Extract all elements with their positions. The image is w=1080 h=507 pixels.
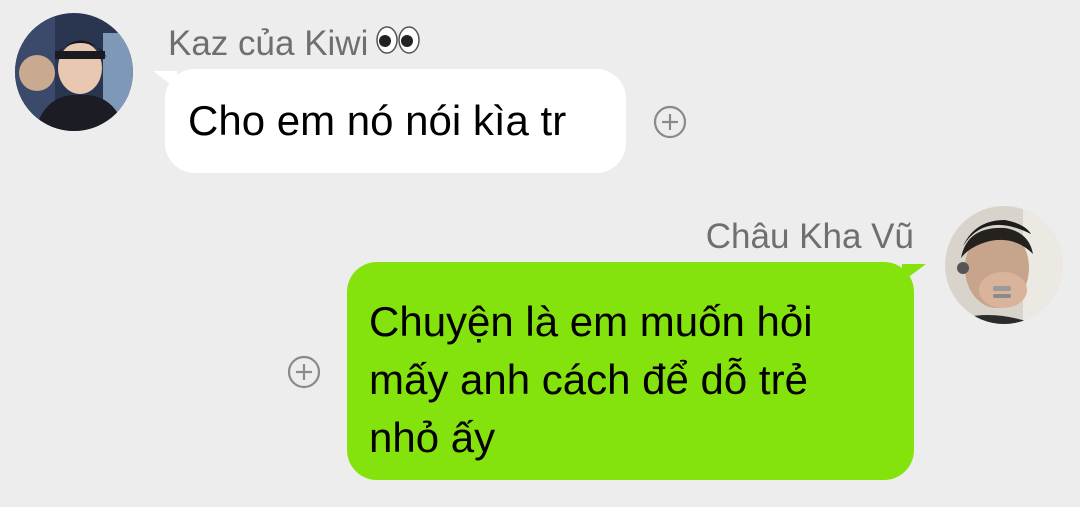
- avatar-photo: [945, 206, 1063, 324]
- avatar-kaz[interactable]: [15, 13, 133, 131]
- message-text-line: mấy anh cách để dỗ trẻ: [369, 356, 808, 403]
- message-text-line: nhỏ ấy: [369, 414, 496, 461]
- add-reaction-icon: [653, 105, 687, 139]
- sender-name: Châu Kha Vũ: [705, 217, 914, 256]
- message-text: Cho em nó nói kìa tr: [188, 97, 567, 144]
- sender-name: Kaz của Kiwi: [168, 25, 421, 61]
- message-bubble-outgoing[interactable]: Chuyện là em muốn hỏi mấy anh cách để dỗ…: [347, 262, 926, 480]
- eyes-emoji-icon: [376, 25, 421, 60]
- avatar-photo: [15, 13, 133, 131]
- message-bubble-incoming[interactable]: Cho em nó nói kìa tr: [153, 69, 626, 173]
- message-text-line: Chuyện là em muốn hỏi: [369, 298, 813, 345]
- avatar-chau-kha-vu[interactable]: [945, 206, 1063, 324]
- add-reaction-button[interactable]: [287, 355, 321, 389]
- add-reaction-button[interactable]: [653, 105, 687, 139]
- add-reaction-icon: [287, 355, 321, 389]
